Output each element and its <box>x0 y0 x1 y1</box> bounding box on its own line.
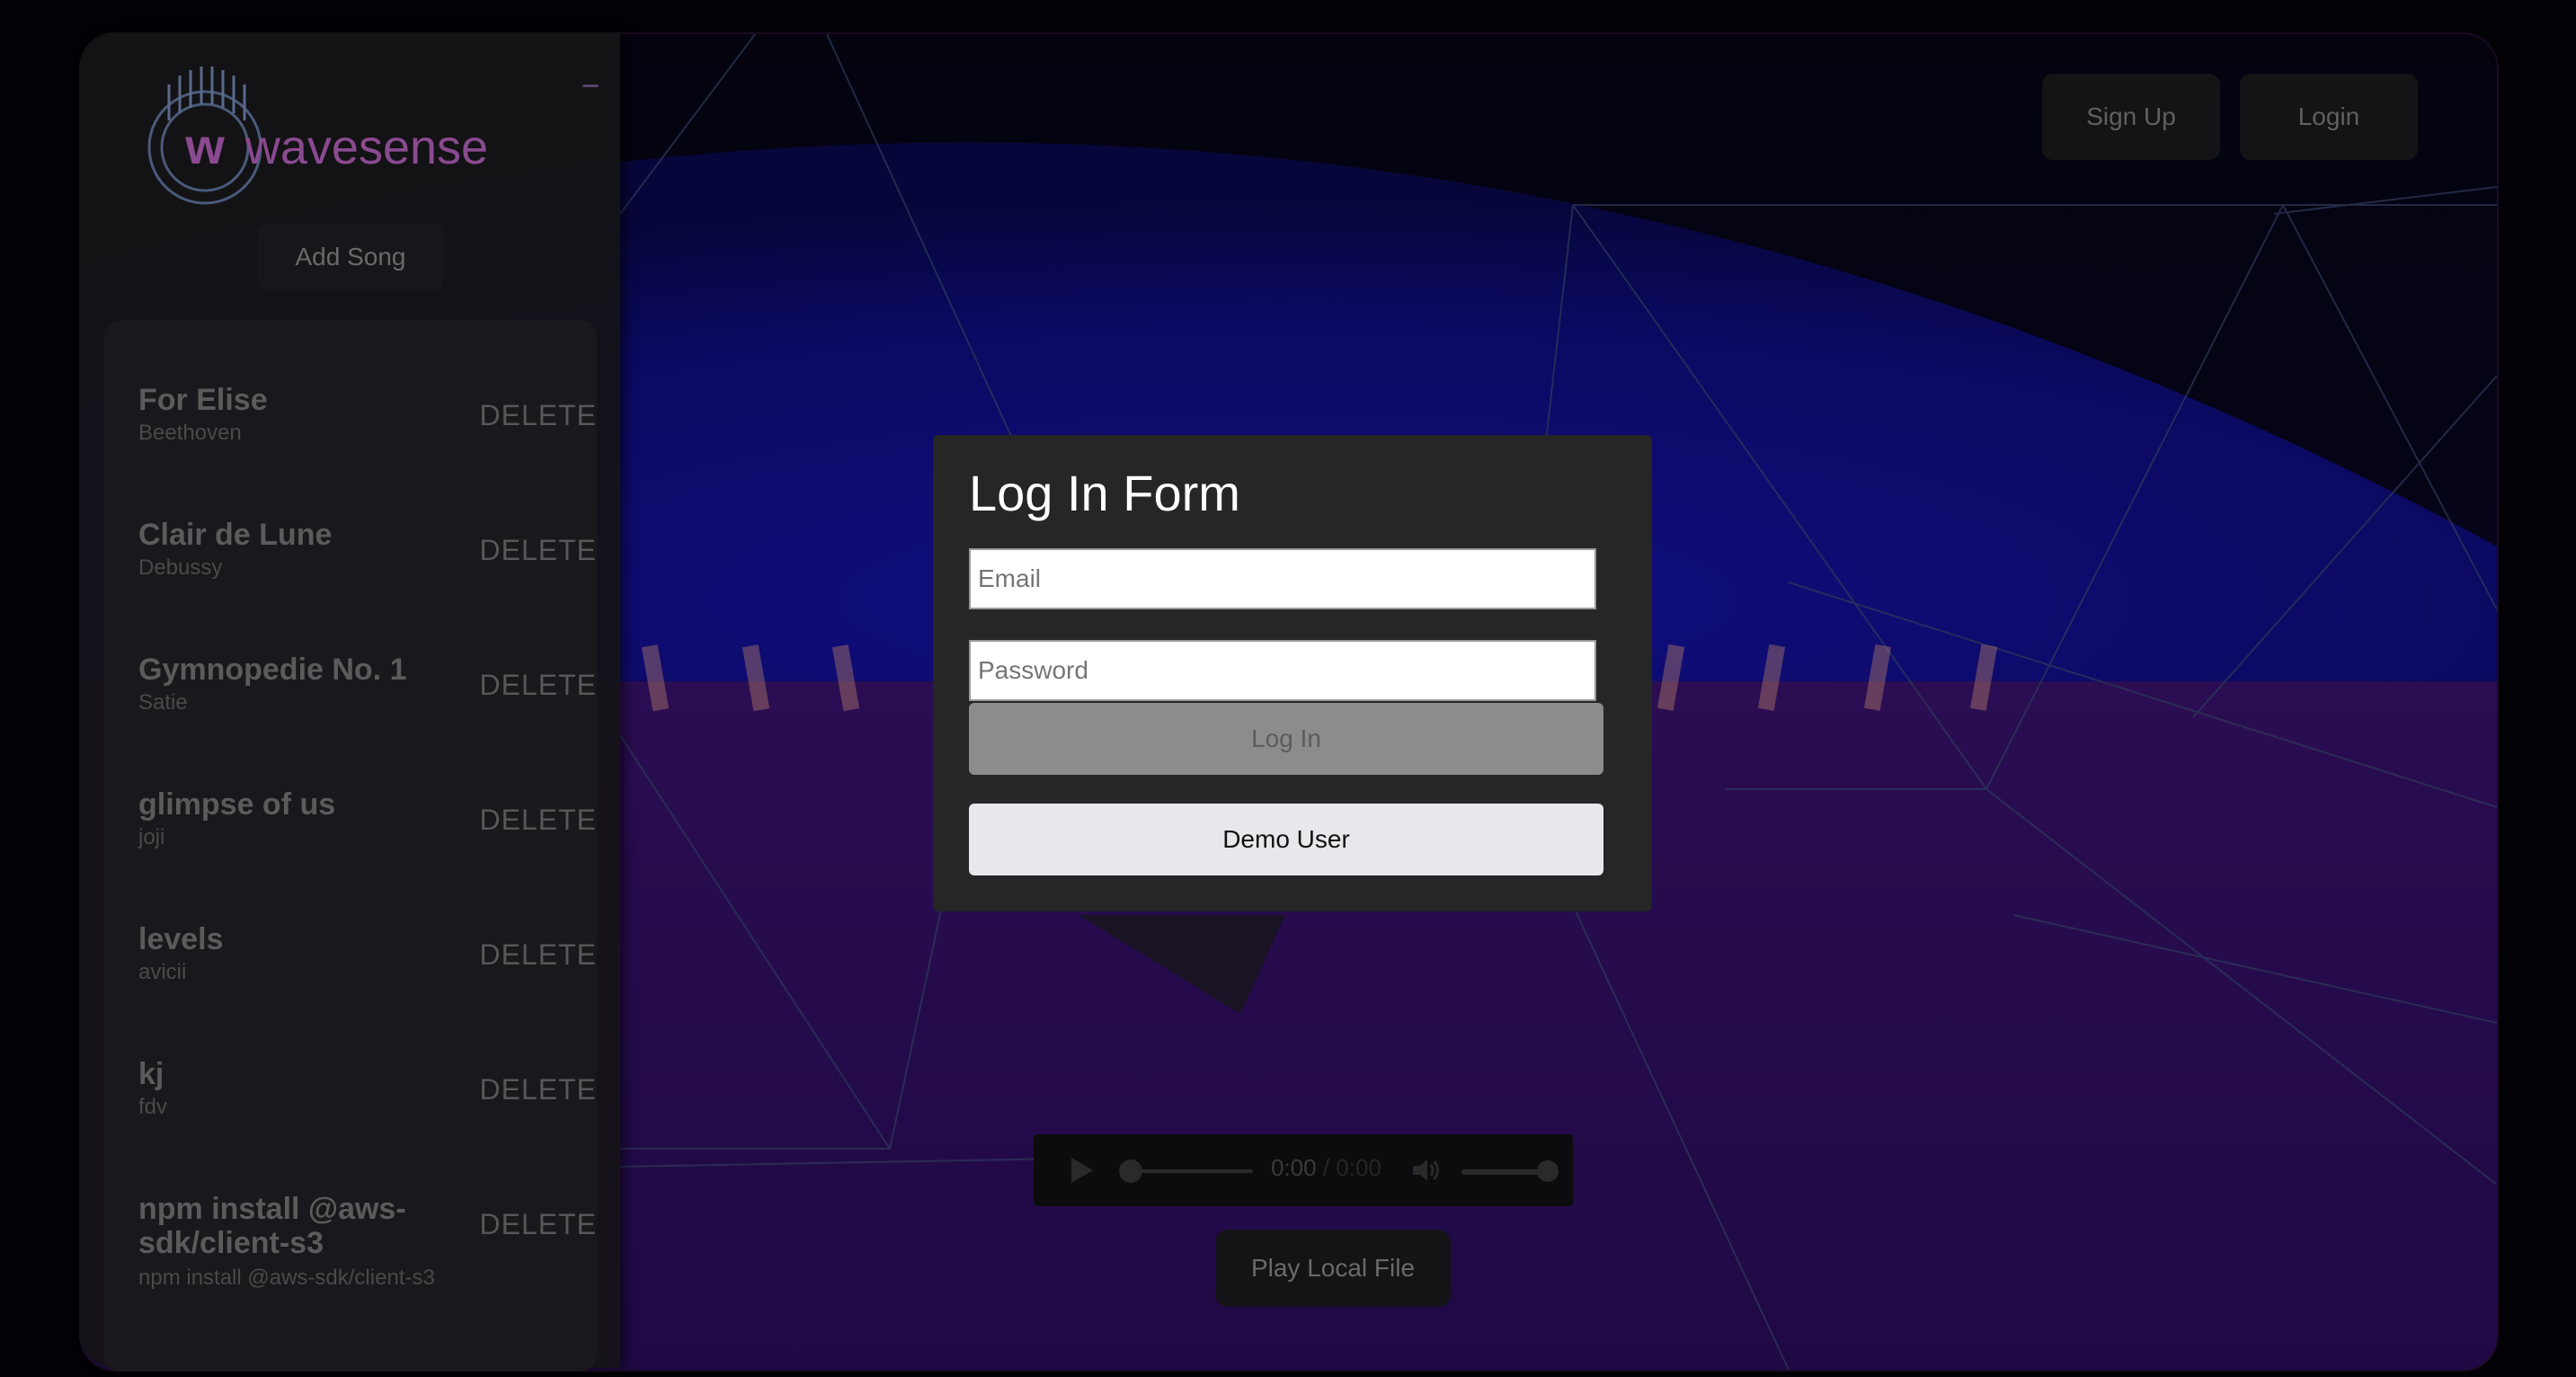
volume-slider[interactable] <box>1461 1169 1548 1175</box>
song-artist: Beethoven <box>138 421 242 445</box>
logo[interactable]: w wavesense <box>142 58 546 219</box>
list-item[interactable]: kj fdv DELETE <box>104 1057 597 1192</box>
list-item[interactable]: glimpse of us joji DELETE <box>104 787 597 922</box>
song-artist: Satie <box>138 690 188 715</box>
list-item[interactable]: Gymnopedie No. 1 Satie DELETE <box>104 653 597 787</box>
delete-button[interactable]: DELETE <box>480 1073 597 1106</box>
svg-text:w: w <box>184 118 225 174</box>
logo-text: wavesense <box>244 120 488 174</box>
song-list: For Elise Beethoven DELETE Clair de Lune… <box>104 320 597 1372</box>
signup-button[interactable]: Sign Up <box>2042 74 2220 160</box>
audio-player: 0:00 / 0:00 <box>1034 1134 1573 1206</box>
play-icon[interactable] <box>1066 1156 1095 1185</box>
login-submit-button[interactable]: Log In <box>969 703 1603 775</box>
seek-thumb[interactable] <box>1119 1159 1142 1183</box>
login-button[interactable]: Login <box>2240 74 2418 160</box>
modal-title: Log In Form <box>969 465 1240 521</box>
password-field[interactable] <box>969 640 1596 701</box>
delete-button[interactable]: DELETE <box>480 804 597 837</box>
song-title: glimpse of us <box>138 787 336 822</box>
list-item[interactable]: Clair de Lune Debussy DELETE <box>104 518 597 653</box>
delete-button[interactable]: DELETE <box>480 938 597 972</box>
add-song-button[interactable]: Add Song <box>257 223 444 291</box>
list-item[interactable]: npm install @aws-sdk/client-s3 npm insta… <box>104 1192 597 1363</box>
demo-user-button[interactable]: Demo User <box>969 804 1603 875</box>
song-artist: Debussy <box>138 555 223 580</box>
song-title: For Elise <box>138 383 268 417</box>
list-item[interactable]: levels avicii DELETE <box>104 922 597 1057</box>
song-title: kj <box>138 1057 164 1091</box>
play-local-file-button[interactable]: Play Local File <box>1215 1230 1451 1307</box>
current-time: 0:00 <box>1271 1154 1317 1181</box>
song-artist: fdv <box>138 1095 168 1119</box>
delete-button[interactable]: DELETE <box>480 399 597 432</box>
duration: 0:00 <box>1336 1154 1381 1181</box>
volume-icon[interactable] <box>1411 1156 1443 1185</box>
list-item[interactable]: For Elise Beethoven DELETE <box>104 383 597 518</box>
email-field[interactable] <box>969 548 1596 609</box>
delete-button[interactable]: DELETE <box>480 1208 597 1241</box>
logo-icon: w wavesense <box>147 67 488 205</box>
song-artist: avicii <box>138 960 187 984</box>
song-title: npm install @aws-sdk/client-s3 <box>138 1192 406 1260</box>
seek-bar[interactable] <box>1131 1169 1253 1173</box>
song-artist: npm install @aws-sdk/client-s3 <box>138 1266 435 1290</box>
login-modal: Log In Form Log In Demo User <box>933 435 1652 911</box>
volume-thumb[interactable] <box>1537 1160 1559 1182</box>
delete-button[interactable]: DELETE <box>480 534 597 567</box>
delete-button[interactable]: DELETE <box>480 669 597 702</box>
time-separator: / <box>1316 1154 1337 1181</box>
time-display: 0:00 / 0:00 <box>1271 1154 1381 1182</box>
collapse-icon[interactable] <box>582 84 599 87</box>
song-title: Gymnopedie No. 1 <box>138 653 407 687</box>
song-title: Clair de Lune <box>138 518 333 552</box>
sidebar: w wavesense Add Song For Elise Beethoven… <box>79 32 620 1372</box>
song-artist: joji <box>138 825 165 849</box>
song-title: levels <box>138 922 224 956</box>
